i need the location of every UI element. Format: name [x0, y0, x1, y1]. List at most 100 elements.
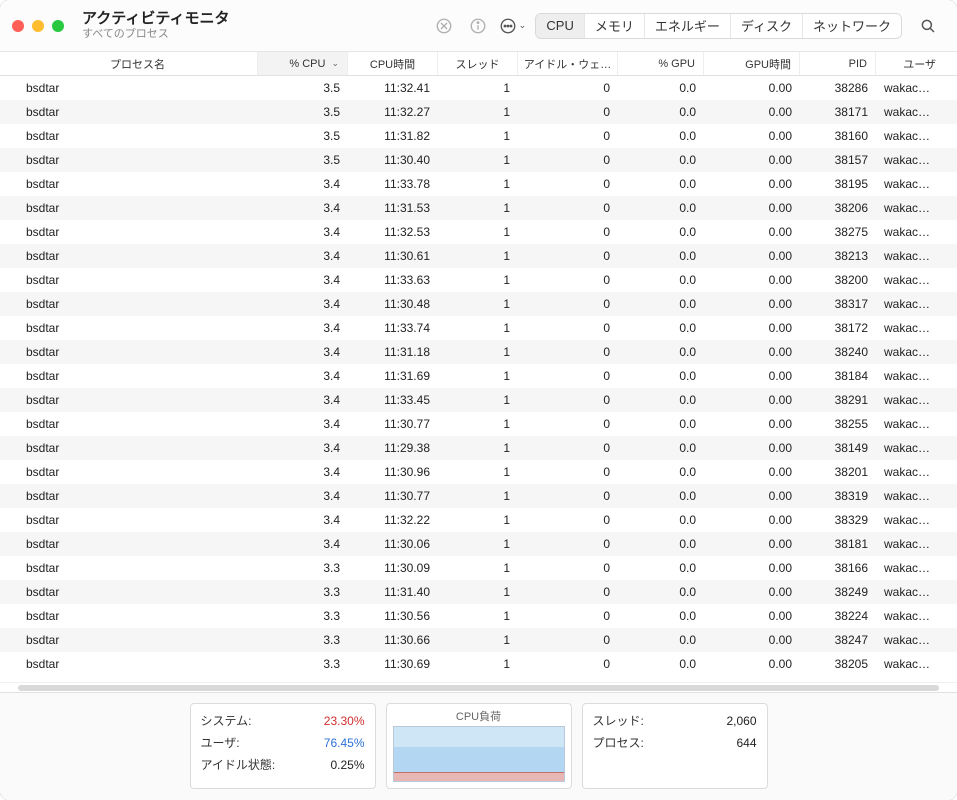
- cell-time: 11:31.53: [348, 201, 438, 215]
- cell-name: bsdtar: [0, 201, 258, 215]
- cell-pid: 38275: [800, 225, 876, 239]
- col-pid[interactable]: PID: [800, 52, 876, 75]
- info-button[interactable]: [464, 12, 492, 40]
- more-options-button[interactable]: ⌄: [498, 12, 526, 40]
- table-row[interactable]: bsdtar3.511:31.82100.00.0038160wakachan: [0, 124, 957, 148]
- table-row[interactable]: bsdtar3.411:30.06100.00.0038181wakachan: [0, 532, 957, 556]
- tab-network[interactable]: ネットワーク: [803, 14, 901, 38]
- col-cpu-time[interactable]: CPU時間: [348, 52, 438, 75]
- cell-threads: 1: [438, 393, 518, 407]
- table-row[interactable]: bsdtar3.311:30.66100.00.0038247wakachan: [0, 628, 957, 652]
- cell-name: bsdtar: [0, 177, 258, 191]
- cell-user: wakachan: [876, 585, 944, 599]
- cell-time: 11:30.77: [348, 489, 438, 503]
- col-process-name[interactable]: プロセス名: [0, 52, 258, 75]
- cell-threads: 1: [438, 657, 518, 671]
- table-row[interactable]: bsdtar3.311:30.56100.00.0038224wakachan: [0, 604, 957, 628]
- cell-user: wakachan: [876, 297, 944, 311]
- table-row[interactable]: bsdtar3.411:30.77100.00.0038319wakachan: [0, 484, 957, 508]
- cell-time: 11:31.69: [348, 369, 438, 383]
- cell-gpu: 0.0: [618, 81, 704, 95]
- table-row[interactable]: bsdtar3.511:32.27100.00.0038171wakachan: [0, 100, 957, 124]
- cell-cpu: 3.4: [258, 225, 348, 239]
- col-user[interactable]: ユーザ: [876, 52, 944, 75]
- cell-gputime: 0.00: [704, 321, 800, 335]
- cell-time: 11:32.22: [348, 513, 438, 527]
- cell-user: wakachan: [876, 609, 944, 623]
- tab-cpu[interactable]: CPU: [536, 14, 584, 38]
- user-value: 76.45%: [324, 732, 365, 754]
- cell-gpu: 0.0: [618, 201, 704, 215]
- table-row[interactable]: bsdtar3.411:30.61100.00.0038213wakachan: [0, 244, 957, 268]
- table-row[interactable]: bsdtar3.411:31.69100.00.0038184wakachan: [0, 364, 957, 388]
- processes-value: 644: [736, 732, 756, 754]
- maximize-button[interactable]: [52, 20, 64, 32]
- cell-idle: 0: [518, 417, 618, 431]
- minimize-button[interactable]: [32, 20, 44, 32]
- cell-pid: 38224: [800, 609, 876, 623]
- cell-idle: 0: [518, 81, 618, 95]
- cell-name: bsdtar: [0, 609, 258, 623]
- table-row[interactable]: bsdtar3.311:31.40100.00.0038249wakachan: [0, 580, 957, 604]
- cell-cpu: 3.4: [258, 417, 348, 431]
- table-row[interactable]: bsdtar3.411:29.38100.00.0038149wakachan: [0, 436, 957, 460]
- table-row[interactable]: bsdtar3.511:32.41100.00.0038286wakachan: [0, 76, 957, 100]
- cell-cpu: 3.4: [258, 441, 348, 455]
- stop-process-button[interactable]: [430, 12, 458, 40]
- table-row[interactable]: bsdtar3.411:30.48100.00.0038317wakachan: [0, 292, 957, 316]
- cell-idle: 0: [518, 249, 618, 263]
- cell-name: bsdtar: [0, 297, 258, 311]
- cell-cpu: 3.4: [258, 393, 348, 407]
- table-row[interactable]: bsdtar3.411:33.63100.00.0038200wakachan: [0, 268, 957, 292]
- table-row[interactable]: bsdtar3.411:30.96100.00.0038201wakachan: [0, 460, 957, 484]
- cell-idle: 0: [518, 297, 618, 311]
- cell-name: bsdtar: [0, 585, 258, 599]
- cell-time: 11:33.45: [348, 393, 438, 407]
- col-idle-wake[interactable]: アイドル・ウェ…: [518, 52, 618, 75]
- cell-idle: 0: [518, 153, 618, 167]
- table-row[interactable]: bsdtar3.411:33.74100.00.0038172wakachan: [0, 316, 957, 340]
- col-gpu-time[interactable]: GPU時間: [704, 52, 800, 75]
- table-row[interactable]: bsdtar3.411:33.78100.00.0038195wakachan: [0, 172, 957, 196]
- table-row[interactable]: bsdtar3.411:31.53100.00.0038206wakachan: [0, 196, 957, 220]
- table-row[interactable]: bsdtar3.411:32.22100.00.0038329wakachan: [0, 508, 957, 532]
- table-row[interactable]: bsdtar3.311:30.09100.00.0038166wakachan: [0, 556, 957, 580]
- col-threads[interactable]: スレッド: [438, 52, 518, 75]
- table-row[interactable]: bsdtar3.411:31.18100.00.0038240wakachan: [0, 340, 957, 364]
- cell-threads: 1: [438, 417, 518, 431]
- cell-name: bsdtar: [0, 81, 258, 95]
- horizontal-scrollbar[interactable]: [0, 682, 957, 692]
- cell-gpu: 0.0: [618, 225, 704, 239]
- horizontal-scrollbar-thumb[interactable]: [18, 685, 939, 691]
- cell-pid: 38160: [800, 129, 876, 143]
- cell-threads: 1: [438, 249, 518, 263]
- cell-threads: 1: [438, 321, 518, 335]
- cell-idle: 0: [518, 561, 618, 575]
- tab-energy[interactable]: エネルギー: [645, 14, 731, 38]
- table-row[interactable]: bsdtar3.411:32.53100.00.0038275wakachan: [0, 220, 957, 244]
- table-row[interactable]: bsdtar3.411:33.45100.00.0038291wakachan: [0, 388, 957, 412]
- cell-gpu: 0.0: [618, 177, 704, 191]
- cell-user: wakachan: [876, 81, 944, 95]
- cell-user: wakachan: [876, 465, 944, 479]
- cell-pid: 38255: [800, 417, 876, 431]
- cell-pid: 38249: [800, 585, 876, 599]
- cell-name: bsdtar: [0, 393, 258, 407]
- table-row[interactable]: bsdtar3.511:30.40100.00.0038157wakachan: [0, 148, 957, 172]
- cell-gputime: 0.00: [704, 657, 800, 671]
- table-row[interactable]: bsdtar3.411:30.77100.00.0038255wakachan: [0, 412, 957, 436]
- tab-memory[interactable]: メモリ: [585, 14, 645, 38]
- cell-gputime: 0.00: [704, 249, 800, 263]
- col-cpu[interactable]: % CPU⌄: [258, 52, 348, 75]
- processes-label: プロセス:: [593, 732, 644, 754]
- search-button[interactable]: [914, 12, 942, 40]
- cell-cpu: 3.3: [258, 657, 348, 671]
- cell-gpu: 0.0: [618, 609, 704, 623]
- cell-time: 11:33.63: [348, 273, 438, 287]
- col-gpu[interactable]: % GPU: [618, 52, 704, 75]
- tab-disk[interactable]: ディスク: [731, 14, 803, 38]
- process-table[interactable]: bsdtar3.511:32.41100.00.0038286wakachanb…: [0, 76, 957, 682]
- close-button[interactable]: [12, 20, 24, 32]
- cell-pid: 38291: [800, 393, 876, 407]
- table-row[interactable]: bsdtar3.311:30.69100.00.0038205wakachan: [0, 652, 957, 676]
